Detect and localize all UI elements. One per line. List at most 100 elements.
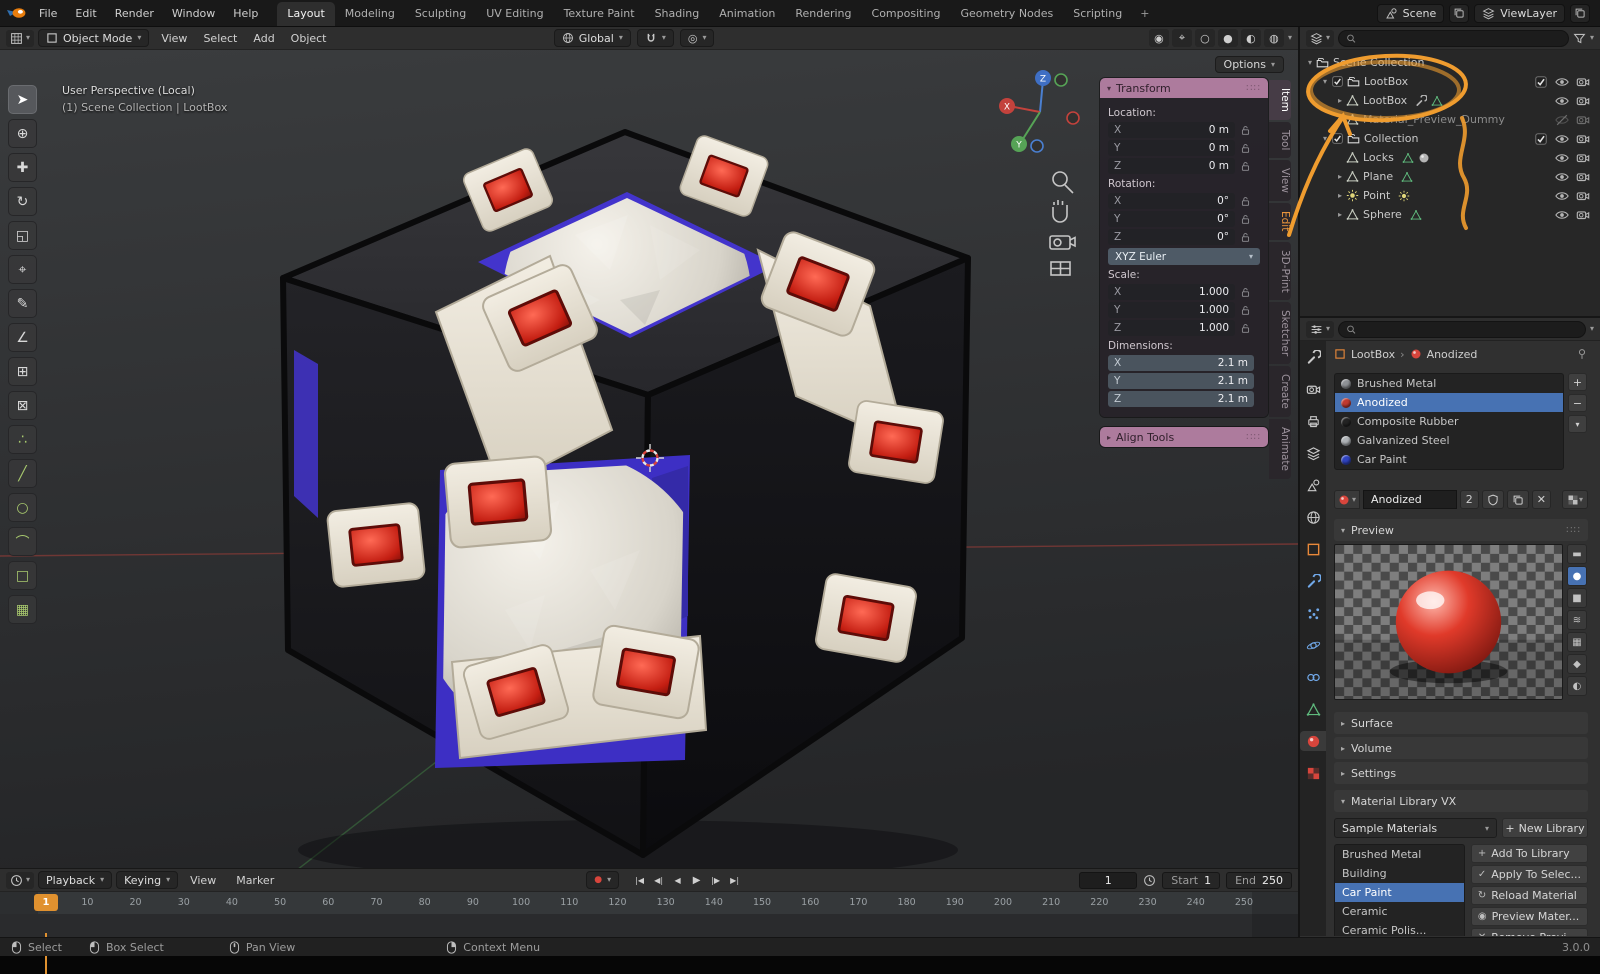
workspace-tab-rendering[interactable]: Rendering: [785, 2, 861, 26]
drag-handle-icon[interactable]: ∷∷: [1246, 83, 1261, 94]
editor-type-button[interactable]: ▾: [1306, 30, 1334, 47]
playhead[interactable]: 1: [34, 894, 58, 911]
location-x-field[interactable]: X0 m: [1108, 122, 1235, 138]
properties-tab-particles[interactable]: [1300, 603, 1326, 623]
shading-material-icon[interactable]: ◐: [1241, 29, 1261, 47]
preview-sphere-button[interactable]: ●: [1567, 566, 1587, 586]
workspace-tab-layout[interactable]: Layout: [277, 2, 334, 26]
mode-dropdown[interactable]: Object Mode ▾: [38, 29, 149, 47]
expand-icon[interactable]: ▸: [1334, 210, 1346, 219]
viewport-menu-select[interactable]: Select: [195, 32, 245, 45]
tool-sketch-points[interactable]: ∴: [8, 425, 37, 454]
library-item-brushed-metal[interactable]: Brushed Metal: [1335, 845, 1464, 864]
eye-toggle-icon[interactable]: [1555, 189, 1569, 203]
eye-toggle-icon[interactable]: [1555, 75, 1569, 89]
library-button-apply-to-selec[interactable]: ✓Apply To Selec...: [1471, 865, 1588, 884]
users-count-button[interactable]: 2: [1460, 490, 1479, 509]
workspace-tab-shading[interactable]: Shading: [645, 2, 710, 26]
breadcrumb-object[interactable]: LootBox: [1351, 348, 1395, 361]
cam-toggle-icon[interactable]: [1576, 151, 1590, 165]
tool-sketch-rect[interactable]: □: [8, 561, 37, 590]
pan-hand-icon[interactable]: [1053, 200, 1067, 222]
outliner-row-point[interactable]: ▸Point: [1300, 186, 1600, 205]
jump-end-button[interactable]: ▶|: [726, 872, 743, 889]
breadcrumb-material[interactable]: Anodized: [1427, 348, 1478, 361]
location-z-field[interactable]: Z0 m: [1108, 158, 1235, 174]
end-frame-field[interactable]: End250: [1226, 872, 1292, 889]
new-scene-button[interactable]: [1449, 4, 1469, 23]
scale-z-field[interactable]: Z1.000: [1108, 320, 1235, 336]
material-slot-car-paint[interactable]: Car Paint: [1335, 450, 1563, 469]
filter-icon[interactable]: [1573, 32, 1586, 45]
npanel-tab-create[interactable]: Create: [1269, 366, 1291, 417]
properties-tab-texture[interactable]: [1300, 763, 1326, 783]
browse-material-button[interactable]: ▾: [1334, 490, 1360, 509]
remove-slot-button[interactable]: −: [1568, 394, 1587, 412]
properties-tab-physics[interactable]: [1300, 635, 1326, 655]
playback-menu[interactable]: Playback▾: [38, 871, 112, 889]
menu-file[interactable]: File: [30, 7, 66, 20]
npanel-tab-3d-print[interactable]: 3D-Print: [1269, 242, 1291, 301]
chevron-down-icon[interactable]: ▾: [1288, 34, 1292, 42]
jump-start-button[interactable]: |◀: [631, 872, 648, 889]
material-name-field[interactable]: Anodized: [1363, 490, 1457, 509]
collection-checkbox[interactable]: [1331, 75, 1344, 88]
properties-tab-object[interactable]: [1300, 539, 1326, 559]
gizmo-z-neg[interactable]: [1031, 140, 1043, 152]
preview-cloth-button[interactable]: ▦: [1567, 632, 1587, 652]
tool-cursor[interactable]: ⊕: [8, 119, 37, 148]
tool-measure[interactable]: ∠: [8, 323, 37, 352]
navigation-gizmo[interactable]: Z X Y: [985, 62, 1095, 277]
lock-icon[interactable]: [1240, 143, 1251, 154]
library-item-ceramic[interactable]: Ceramic: [1335, 902, 1464, 921]
add-workspace-button[interactable]: +: [1132, 2, 1157, 26]
outliner-row-lootbox[interactable]: ▸LootBox: [1300, 91, 1600, 110]
cam-toggle-icon[interactable]: [1576, 208, 1590, 222]
menu-render[interactable]: Render: [106, 7, 163, 20]
outliner-row-material-preview-dummy[interactable]: ▸Material_Preview_Dummy: [1300, 110, 1600, 129]
lock-icon[interactable]: [1240, 125, 1251, 136]
camera-view-icon[interactable]: [1050, 236, 1075, 249]
workspace-tab-compositing[interactable]: Compositing: [862, 2, 951, 26]
properties-tab-material[interactable]: [1300, 731, 1326, 751]
tool-sketch-arc[interactable]: ⌒: [8, 527, 37, 556]
properties-tab-tool[interactable]: [1300, 347, 1326, 367]
preview-flat-button[interactable]: ▬: [1567, 544, 1587, 564]
use-nodes-button[interactable]: ▾: [1562, 490, 1588, 509]
outliner-search-input[interactable]: [1361, 32, 1561, 45]
collection-checkbox[interactable]: [1331, 132, 1344, 145]
scale-y-field[interactable]: Y1.000: [1108, 302, 1235, 318]
lock-icon[interactable]: [1240, 214, 1251, 225]
timeline-marker-menu[interactable]: Marker: [228, 874, 282, 887]
rotation-z-field[interactable]: Z0°: [1108, 229, 1235, 245]
play-reverse-button[interactable]: ◀: [669, 872, 686, 889]
expand-icon[interactable]: ▾: [1319, 77, 1331, 86]
auto-keying-toggle[interactable]: ●▾: [586, 871, 619, 889]
material-slot-brushed-metal[interactable]: Brushed Metal: [1335, 374, 1563, 393]
shading-solid-icon[interactable]: ●: [1218, 29, 1238, 47]
outliner-row-scene-collection[interactable]: ▾Scene Collection: [1300, 53, 1600, 72]
rotation-y-field[interactable]: Y0°: [1108, 211, 1235, 227]
check-toggle-icon[interactable]: [1534, 132, 1548, 146]
cam-toggle-icon[interactable]: [1576, 189, 1590, 203]
outliner-row-locks[interactable]: Locks: [1300, 148, 1600, 167]
viewport-3d[interactable]: ➤⊕✚↻◱⌖✎∠⊞⊠∴╱○⌒□▦ User Perspective (Local…: [0, 50, 1298, 868]
options-button[interactable]: Options ▾: [1215, 56, 1284, 73]
dimensions-y-field[interactable]: Y2.1 m: [1108, 373, 1254, 389]
tool-transform[interactable]: ⌖: [8, 255, 37, 284]
workspace-tab-scripting[interactable]: Scripting: [1063, 2, 1132, 26]
expand-icon[interactable]: ▸: [1334, 172, 1346, 181]
properties-tab-constraints[interactable]: [1300, 667, 1326, 687]
expand-icon[interactable]: ▸: [1334, 115, 1346, 124]
tool-annotate[interactable]: ✎: [8, 289, 37, 318]
cam-toggle-icon[interactable]: [1576, 170, 1590, 184]
unlink-material-button[interactable]: ✕: [1532, 490, 1551, 509]
editor-type-button[interactable]: ▾: [6, 30, 34, 47]
dimensions-z-field[interactable]: Z2.1 m: [1108, 391, 1254, 407]
chevron-down-icon[interactable]: ▾: [1590, 325, 1594, 333]
expand-icon[interactable]: ▾: [1319, 134, 1331, 143]
gizmo-x-neg[interactable]: [1067, 112, 1079, 124]
timeline-tracks[interactable]: [0, 914, 1298, 938]
menu-help[interactable]: Help: [224, 7, 267, 20]
preview-hair-button[interactable]: ≋: [1567, 610, 1587, 630]
